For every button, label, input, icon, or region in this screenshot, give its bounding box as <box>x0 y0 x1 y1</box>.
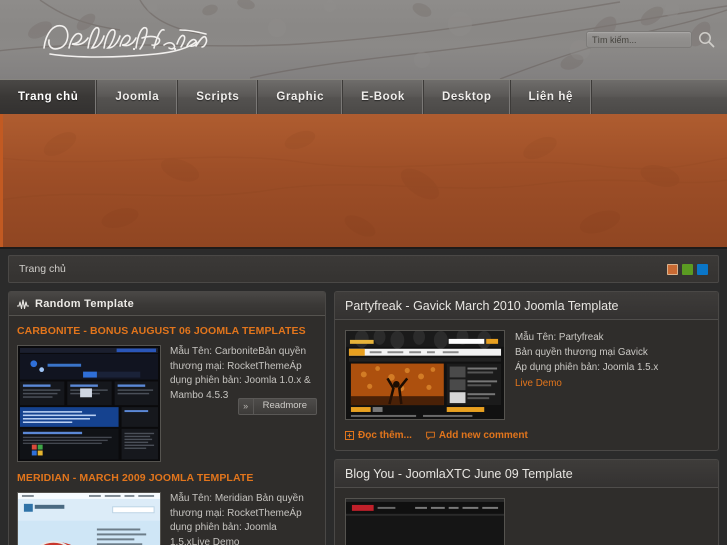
nav-filler <box>592 80 727 114</box>
template-title[interactable]: MERIDIAN - MARCH 2009 JOOMLA TEMPLATE <box>17 472 317 485</box>
article-links: Đọc thêm... Add new comment <box>335 430 718 450</box>
template-thumbnail-meridian[interactable] <box>17 492 161 545</box>
nav-item-trang-chu[interactable]: Trang chủ <box>0 80 98 114</box>
article-meta-line: Bản quyền thương mại Gavick <box>515 347 648 359</box>
nav-label: Liên hệ <box>528 91 573 103</box>
breadcrumb[interactable]: Trang chủ <box>19 263 66 275</box>
article-header: Partyfreak - Gavick March 2010 Joomla Te… <box>335 292 718 320</box>
readmore-label: Readmore <box>262 400 307 412</box>
nav-item-joomla[interactable]: Joomla <box>97 80 179 114</box>
article-thumbnail-partyfreak[interactable] <box>345 330 505 420</box>
search-input[interactable] <box>586 31 692 48</box>
module-header: Random Template <box>9 292 325 316</box>
module-title: Random Template <box>35 297 135 310</box>
module-body: CARBONITE - BONUS AUGUST 06 JOOMLA TEMPL… <box>9 316 325 545</box>
nav-item-lien-he[interactable]: Liên hệ <box>511 80 592 114</box>
banner-floral-pattern <box>0 130 727 237</box>
nav-label: Joomla <box>115 91 160 103</box>
nav-label: Desktop <box>441 91 492 103</box>
sidebar: Random Template CARBONITE - BONUS AUGUST… <box>8 291 326 545</box>
main-content: Partyfreak - Gavick March 2010 Joomla Te… <box>334 291 719 545</box>
comment-icon <box>426 431 435 441</box>
search-icon[interactable] <box>698 31 715 48</box>
nav-label: Scripts <box>196 91 240 103</box>
article-body: Mẫu Tên: Partyfreak Bản quyền thương mại… <box>335 320 718 430</box>
template-row: Mẫu Tên: Meridian Bản quyền thương mại: … <box>17 492 317 545</box>
article-title[interactable]: Blog You - JoomlaXTC June 09 Template <box>345 467 573 481</box>
random-template-module: Random Template CARBONITE - BONUS AUGUST… <box>8 291 326 545</box>
article-meta: Mẫu Tên: Partyfreak Bản quyền thương mại… <box>515 330 658 420</box>
search-area[interactable] <box>586 31 715 48</box>
add-comment-label: Add new comment <box>438 430 528 441</box>
theme-color-switcher[interactable] <box>667 263 708 275</box>
template-thumbnail-carbonite[interactable] <box>17 345 161 463</box>
orange-theme-swatch[interactable] <box>667 263 678 275</box>
readmore-arrow-icon: » <box>239 398 254 414</box>
nav-label: Graphic <box>276 91 325 103</box>
article-blog-you: Blog You - JoomlaXTC June 09 Template <box>334 459 719 545</box>
article-partyfreak: Partyfreak - Gavick March 2010 Joomla Te… <box>334 291 719 451</box>
pulse-icon <box>17 298 29 310</box>
add-comment-link[interactable]: Add new comment <box>426 430 528 441</box>
template-description-text: Mẫu Tên: Meridian Bản quyền thương mại: … <box>170 493 304 545</box>
page-content: Random Template CARBONITE - BONUS AUGUST… <box>0 283 727 545</box>
read-more-link[interactable]: Đọc thêm... <box>345 430 412 441</box>
readmore-button[interactable]: » Readmore <box>237 397 317 415</box>
breadcrumb-bar: Trang chủ <box>8 255 719 283</box>
article-meta-line: Áp dụng phiên bản: Joomla 1.5.x <box>515 362 659 374</box>
nav-label: E-Book <box>361 91 405 103</box>
breadcrumb-bar-wrap: Trang chủ <box>0 249 727 283</box>
plus-box-icon <box>345 431 354 440</box>
template-description-text: Mẫu Tên: CarboniteBản quyền thương mại: … <box>170 346 311 401</box>
template-title[interactable]: CARBONITE - BONUS AUGUST 06 JOOMLA TEMPL… <box>17 325 317 338</box>
list-item: CARBONITE - BONUS AUGUST 06 JOOMLA TEMPL… <box>17 325 317 463</box>
article-header: Blog You - JoomlaXTC June 09 Template <box>335 460 718 488</box>
live-demo-link[interactable]: Live Demo <box>515 376 658 391</box>
article-title[interactable]: Partyfreak - Gavick March 2010 Joomla Te… <box>345 299 619 313</box>
nav-item-ebook[interactable]: E-Book <box>343 80 424 114</box>
main-navigation[interactable]: Trang chủ Joomla Scripts Graphic E-Book … <box>0 79 727 114</box>
hero-banner <box>0 114 727 249</box>
blue-theme-swatch[interactable] <box>697 263 708 275</box>
site-logo[interactable] <box>36 14 216 66</box>
article-thumbnail-blogyou[interactable] <box>345 498 505 545</box>
template-description: Mẫu Tên: CarboniteBản quyền thương mại: … <box>170 345 317 462</box>
nav-label: Trang chủ <box>18 91 79 103</box>
list-item: MERIDIAN - MARCH 2009 JOOMLA TEMPLATE Mẫ… <box>17 472 317 545</box>
nav-item-graphic[interactable]: Graphic <box>258 80 344 114</box>
template-row: Mẫu Tên: CarboniteBản quyền thương mại: … <box>17 345 317 463</box>
nav-item-scripts[interactable]: Scripts <box>178 80 259 114</box>
banner-left-edge <box>0 114 3 247</box>
template-description: Mẫu Tên: Meridian Bản quyền thương mại: … <box>170 492 317 545</box>
green-theme-swatch[interactable] <box>682 263 693 275</box>
read-more-label: Đọc thêm... <box>358 430 412 441</box>
article-meta-line: Mẫu Tên: Partyfreak <box>515 332 604 343</box>
nav-item-desktop[interactable]: Desktop <box>424 80 511 114</box>
site-header <box>0 0 727 79</box>
article-body <box>335 488 718 545</box>
